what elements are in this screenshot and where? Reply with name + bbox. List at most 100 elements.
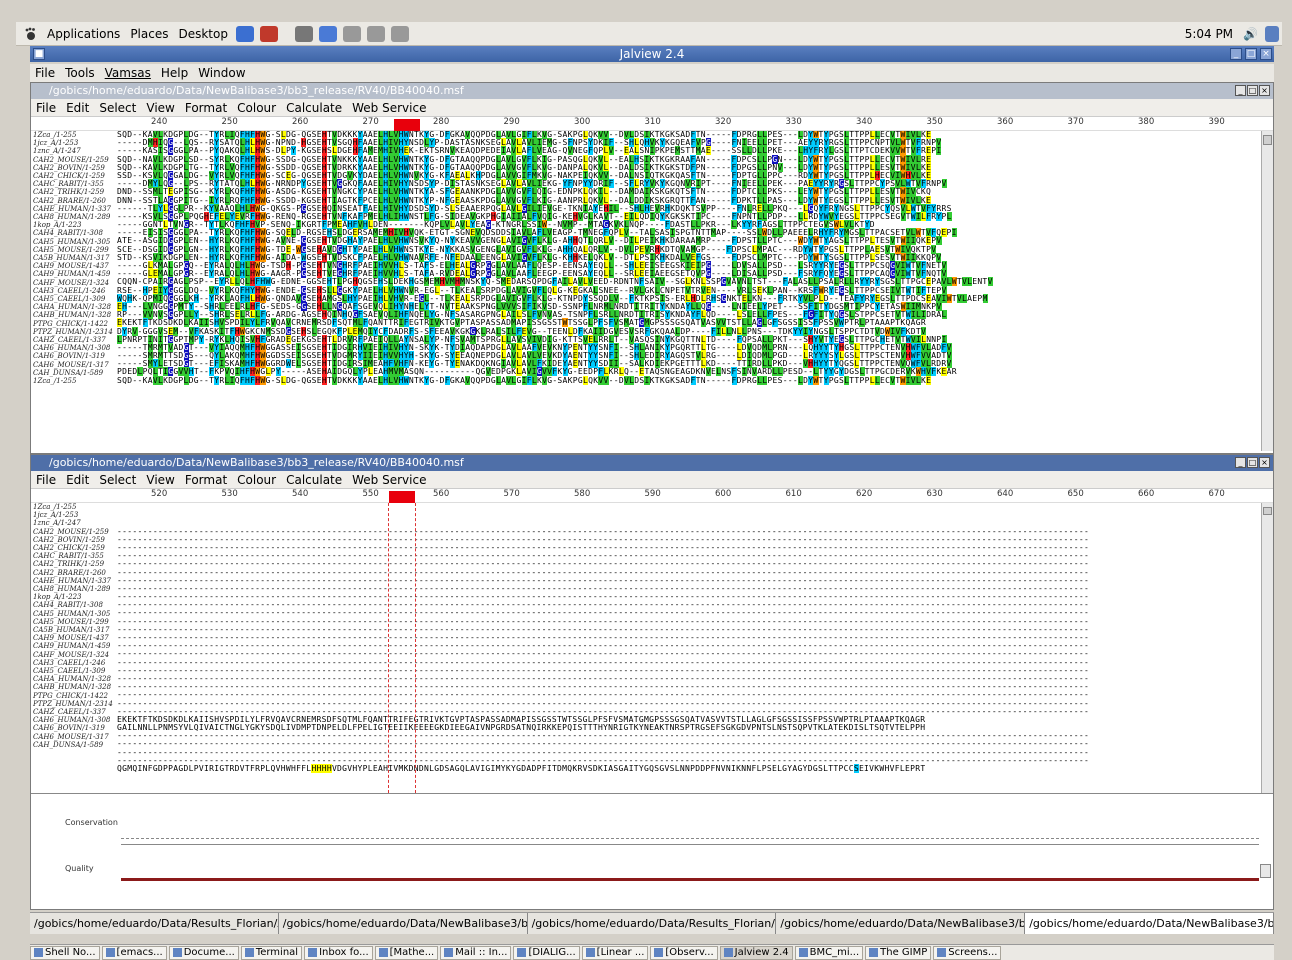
conservation-label[interactable]: Conservation — [65, 818, 118, 827]
pane1-sequence-name[interactable]: 1Zca_/1-255 — [33, 377, 117, 385]
pane2-sequence-name[interactable]: 1Zca_/1-255 — [33, 503, 117, 511]
pane2-menu-format[interactable]: Format — [180, 473, 232, 487]
pane2-sequence-name[interactable]: CAH2_BRARE/1-260 — [33, 569, 117, 577]
pane2-column-selection[interactable] — [389, 491, 415, 503]
pane2-close-icon[interactable]: × — [1259, 457, 1270, 468]
pane1-menu-web-service[interactable]: Web Service — [347, 101, 431, 115]
pane1-sequence-name[interactable]: CAH5_HUMAN/1-305 — [33, 238, 117, 246]
pane2-menu-view[interactable]: View — [141, 473, 179, 487]
menu-file[interactable]: File — [30, 66, 60, 80]
pane1-scroll-thumb[interactable] — [1263, 135, 1272, 145]
pane2-minimize-icon[interactable]: _ — [1235, 457, 1246, 468]
pane1-column-selection[interactable] — [394, 119, 420, 131]
taskbar-button[interactable]: Shell No... — [30, 945, 100, 960]
taskbar-button[interactable]: Screens... — [933, 945, 1002, 960]
pane2-ruler[interactable]: 520 530 540 550 560 570 580 590 600 610 620 630 640 6… — [31, 489, 1273, 503]
menu-window[interactable]: Window — [193, 66, 250, 80]
pane2-sequence-name[interactable]: PTPZ_HUMAN/1-2314 — [33, 700, 117, 708]
pane2-scrollbar[interactable] — [1261, 503, 1273, 793]
clock[interactable]: 5:04 PM — [1179, 27, 1239, 41]
window-menu-icon[interactable]: ■ — [33, 48, 45, 60]
workspace-2-icon[interactable] — [318, 25, 337, 42]
workspace-5-icon[interactable] — [390, 25, 409, 42]
taskbar-button[interactable]: BMC_mi... — [794, 945, 864, 960]
pane1-sequence-name[interactable]: CAH5_MOUSE/1-299 — [33, 246, 117, 254]
pane1-sequence-name[interactable]: CA5B_HUMAN/1-317 — [33, 254, 117, 262]
menu-vamsas[interactable]: Vamsas — [100, 66, 156, 80]
volume-icon[interactable]: 🔊 — [1239, 27, 1262, 41]
pane2-sequence-row[interactable]: QGMQINFGDPPAGDLPVIRIGTRDVTFRPLQVHWHFFLHH… — [117, 764, 1261, 774]
pane1-sequence-name[interactable]: CAH6_HUMAN/1-308 — [33, 344, 117, 352]
pane2-sequence-name[interactable]: CAH2_BOVIN/1-259 — [33, 536, 117, 544]
taskbar-button[interactable]: [Linear ... — [581, 945, 649, 960]
pane2-scroll-thumb[interactable] — [1263, 507, 1272, 515]
workspace-1-icon[interactable] — [294, 25, 313, 42]
pane2-sequence-name[interactable]: CAH9_MOUSE/1-437 — [33, 634, 117, 642]
pane2-sequence-name[interactable]: CAH6_MOUSE/1-317 — [33, 733, 117, 741]
pane1-sequence-panel[interactable]: SQD--KAVLKDGPLDG--TYRLIQFHFHWG-SLDG-QGSE… — [117, 131, 1261, 451]
pane2-sequence-name[interactable]: CAH2_TRIHK/1-259 — [33, 560, 117, 568]
menu-help[interactable]: Help — [156, 66, 193, 80]
pane2-sequence-name[interactable]: CAH2_MOUSE/1-259 — [33, 528, 117, 536]
gnome-foot-icon[interactable] — [24, 27, 38, 41]
taskbar-button[interactable]: Jalview 2.4 — [719, 945, 793, 960]
pane1-maximize-icon[interactable]: □ — [1247, 85, 1258, 96]
pane1-sequence-name[interactable]: CAHC_RABIT/1-355 — [33, 180, 117, 188]
pane2-sequence-name[interactable]: CAH_DUNSA/1-589 — [33, 741, 117, 749]
pane1-sequence-name[interactable]: CAHZ_CAEEL/1-337 — [33, 336, 117, 344]
pane2-sequence-name[interactable]: CA5B_HUMAN/1-317 — [33, 626, 117, 634]
pane2-sequence-name[interactable]: 1znc_A/1-247 — [33, 519, 117, 527]
pane1-sequence-name[interactable]: 1Zca_/1-255 — [33, 131, 117, 139]
pane1-menu-select[interactable]: Select — [94, 101, 141, 115]
pane1-sequence-name[interactable]: CAHF_MOUSE/1-324 — [33, 279, 117, 287]
pane2-menu-edit[interactable]: Edit — [61, 473, 94, 487]
pane2-maximize-icon[interactable]: □ — [1247, 457, 1258, 468]
window-tab[interactable]: /gobics/home/eduardo/Data/NewBalibase3/b… — [279, 913, 528, 934]
taskbar-button[interactable]: The GIMP — [865, 945, 932, 960]
pane1-menu-colour[interactable]: Colour — [232, 101, 281, 115]
window-tab[interactable]: /gobics/home/eduardo/Data/Results_Floria… — [528, 913, 777, 934]
pane1-sequence-names[interactable]: 1Zca_/1-255 1jcz_A/1-253 1znc_A/1-247 CAH2_… — [31, 131, 117, 451]
app-launcher-icon[interactable] — [259, 25, 278, 42]
pane2-sequence-name[interactable]: CAH5_HUMAN/1-305 — [33, 610, 117, 618]
taskbar-button[interactable]: [Observ... — [650, 945, 718, 960]
pane1-sequence-name[interactable]: CAH5_CAEEL/1-309 — [33, 295, 117, 303]
close-icon[interactable]: × — [1260, 48, 1272, 60]
pane2-sequence-name[interactable]: CAHA_HUMAN/1-328 — [33, 675, 117, 683]
pane2-sequence-name[interactable]: 1kop_A/1-223 — [33, 593, 117, 601]
pane1-sequence-name[interactable]: CAH8_HUMAN/1-289 — [33, 213, 117, 221]
pane1-sequence-name[interactable]: PTPZ_HUMAN/1-2314 — [33, 328, 117, 336]
places-menu[interactable]: Places — [125, 27, 173, 41]
taskbar-button[interactable]: Docume... — [168, 945, 239, 960]
pane2-menu-select[interactable]: Select — [94, 473, 141, 487]
quality-label[interactable]: Quality — [65, 864, 94, 873]
pane2-sequence-name[interactable]: CAH6_HUMAN/1-308 — [33, 716, 117, 724]
menu-tools[interactable]: Tools — [60, 66, 100, 80]
annotation-scroll[interactable] — [1260, 864, 1271, 878]
pane1-ruler[interactable]: 240 250 260 270 280 290 300 310 320 330 340 350 360 3… — [31, 117, 1273, 131]
desktop-menu[interactable]: Desktop — [173, 27, 233, 41]
pane2-menu-web-service[interactable]: Web Service — [347, 473, 431, 487]
minimize-icon[interactable]: _ — [1230, 48, 1242, 60]
pane1-sequence-name[interactable]: CAH6_MOUSE/1-317 — [33, 361, 117, 369]
pane1-sequence-name[interactable]: CAH4_RABIT/1-308 — [33, 229, 117, 237]
pane1-sequence-name[interactable]: CAHA_HUMAN/1-328 — [33, 303, 117, 311]
window-tab[interactable]: /gobics/home/eduardo/Data/NewBalibase3/b… — [776, 913, 1026, 934]
pane1-sequence-name[interactable]: CAHE_HUMAN/1-337 — [33, 205, 117, 213]
window-tab[interactable]: /gobics/home/eduardo/Data/NewBalibase3/b… — [1025, 913, 1274, 934]
pane1-scrollbar[interactable] — [1261, 131, 1273, 451]
desktop-switch-icon[interactable] — [1265, 25, 1279, 42]
pane1-sequence-name[interactable]: CAH9_HUMAN/1-459 — [33, 270, 117, 278]
pane1-sequence-name[interactable]: CAH2_MOUSE/1-259 — [33, 156, 117, 164]
pane1-menu-file[interactable]: File — [31, 101, 61, 115]
pane1-sequence-name[interactable]: CAH2_BOVIN/1-259 — [33, 164, 117, 172]
pane2-sequence-name[interactable]: PTPG_CHICK/1-1422 — [33, 692, 117, 700]
workspace-3-icon[interactable] — [342, 25, 361, 42]
pane2-sequence-name[interactable]: CAHE_HUMAN/1-337 — [33, 577, 117, 585]
pane2-sequence-names[interactable]: 1Zca_/1-255 1jcz_A/1-253 1znc_A/1-247 CAH2_… — [31, 503, 117, 793]
pane2-menu-calculate[interactable]: Calculate — [281, 473, 347, 487]
pane2-sequence-name[interactable]: CAH8_HUMAN/1-289 — [33, 585, 117, 593]
pane1-sequence-name[interactable]: CAH6_BOVIN/1-319 — [33, 352, 117, 360]
pane2-sequence-name[interactable]: CAH4_RABIT/1-308 — [33, 601, 117, 609]
pane1-sequence-name[interactable]: CAH3_CAEEL/1-246 — [33, 287, 117, 295]
